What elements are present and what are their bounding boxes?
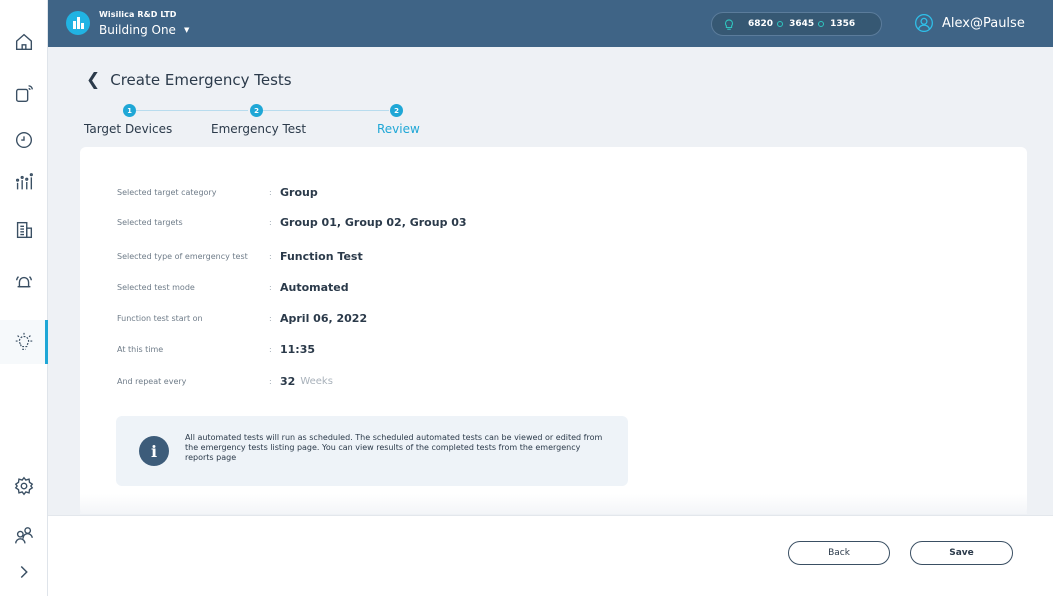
card-fade <box>80 494 1027 514</box>
sidebar-item-buildings[interactable] <box>0 210 48 250</box>
clock-icon <box>15 131 33 149</box>
stepper-connector <box>136 110 248 111</box>
building-icon <box>16 221 33 239</box>
step-2-indicator: 2 <box>250 104 263 117</box>
save-button[interactable]: Save <box>910 541 1013 565</box>
sidebar-item-settings[interactable] <box>0 466 48 506</box>
review-label: At this time <box>117 345 164 354</box>
device-stats: 6820 3645 1356 <box>711 12 882 36</box>
sidebar-item-home[interactable] <box>0 22 48 62</box>
building-selector[interactable]: Building One ▼ <box>99 23 189 37</box>
review-value: Automated <box>280 281 349 294</box>
settings-icon <box>14 476 34 496</box>
review-row-targets: Selected targets : Group 01, Group 02, G… <box>117 216 467 229</box>
review-value: Group <box>280 186 318 199</box>
review-value: Function Test <box>280 250 363 263</box>
status-dot-icon <box>818 21 825 27</box>
alert-bell-icon <box>15 276 33 288</box>
step-3-label: Review <box>377 122 420 136</box>
page-title: Create Emergency Tests <box>110 71 292 89</box>
info-banner: i All automated tests will run as schedu… <box>116 416 628 486</box>
review-row-time: At this time : 11:35 <box>117 343 316 356</box>
bulb-icon <box>724 19 734 30</box>
users-icon <box>15 527 33 544</box>
review-row-start-date: Function test start on : April 06, 2022 <box>117 312 368 325</box>
stat-value-total: 6820 <box>748 19 774 29</box>
review-value: 11:35 <box>280 343 316 356</box>
footer-bar <box>48 515 1053 596</box>
review-label: Selected targets <box>117 218 183 227</box>
device-icon <box>15 85 33 103</box>
step-1-label[interactable]: Target Devices <box>84 122 172 136</box>
sidebar-item-emergency[interactable] <box>0 320 48 364</box>
review-label: And repeat every <box>117 377 187 386</box>
analytics-icon <box>15 173 33 190</box>
review-label: Selected target category <box>117 188 217 197</box>
review-row-test-type: Selected type of emergency test : Functi… <box>117 250 363 263</box>
building-logo-icon <box>73 17 84 29</box>
org-logo <box>66 11 90 35</box>
back-button[interactable]: Back <box>788 541 890 565</box>
back-title-link[interactable]: ❮ Create Emergency Tests <box>86 70 292 90</box>
review-row-repeat: And repeat every : 32 Weeks <box>117 375 333 388</box>
status-dot-icon <box>777 21 784 27</box>
sidebar-item-users[interactable] <box>0 516 48 556</box>
sidebar-item-schedule[interactable] <box>0 120 48 160</box>
building-name: Building One <box>99 23 176 37</box>
step-1-indicator: 1 <box>123 104 136 117</box>
review-row-test-mode: Selected test mode : Automated <box>117 281 349 294</box>
top-header: Wisilica R&D LTD Building One ▼ 6820 364… <box>48 0 1053 47</box>
chevron-left-icon: ❮ <box>86 70 101 90</box>
emergency-bulb-icon <box>15 332 33 350</box>
sidebar-expand-button[interactable] <box>0 552 48 592</box>
review-value: Group 01, Group 02, Group 03 <box>280 216 467 229</box>
review-value: 32 <box>280 375 296 388</box>
sidebar-item-devices[interactable] <box>0 74 48 114</box>
stat-value-online: 3645 <box>789 19 815 29</box>
stepper-connector <box>263 110 389 111</box>
sidebar-item-alerts[interactable] <box>0 263 48 303</box>
sidebar-item-analytics[interactable] <box>0 162 48 202</box>
chevron-right-icon <box>20 565 28 579</box>
review-label: Function test start on <box>117 314 203 323</box>
sidebar <box>0 0 48 596</box>
review-unit: Weeks <box>300 376 333 387</box>
step-2-label[interactable]: Emergency Test <box>211 122 306 136</box>
review-value: April 06, 2022 <box>280 312 368 325</box>
user-menu[interactable]: Alex@Paulse <box>914 13 1025 33</box>
info-icon: i <box>139 436 169 466</box>
info-text: All automated tests will run as schedule… <box>185 433 603 462</box>
home-icon <box>15 33 33 51</box>
review-label: Selected test mode <box>117 283 195 292</box>
user-avatar-icon <box>915 14 933 32</box>
stat-value-offline: 1356 <box>830 19 856 29</box>
org-name: Wisilica R&D LTD <box>99 10 177 19</box>
step-3-indicator: 2 <box>390 104 403 117</box>
review-label: Selected type of emergency test <box>117 252 248 261</box>
caret-down-icon: ▼ <box>183 26 190 34</box>
review-row-target-category: Selected target category : Group <box>117 186 318 199</box>
user-name: Alex@Paulse <box>942 15 1025 31</box>
